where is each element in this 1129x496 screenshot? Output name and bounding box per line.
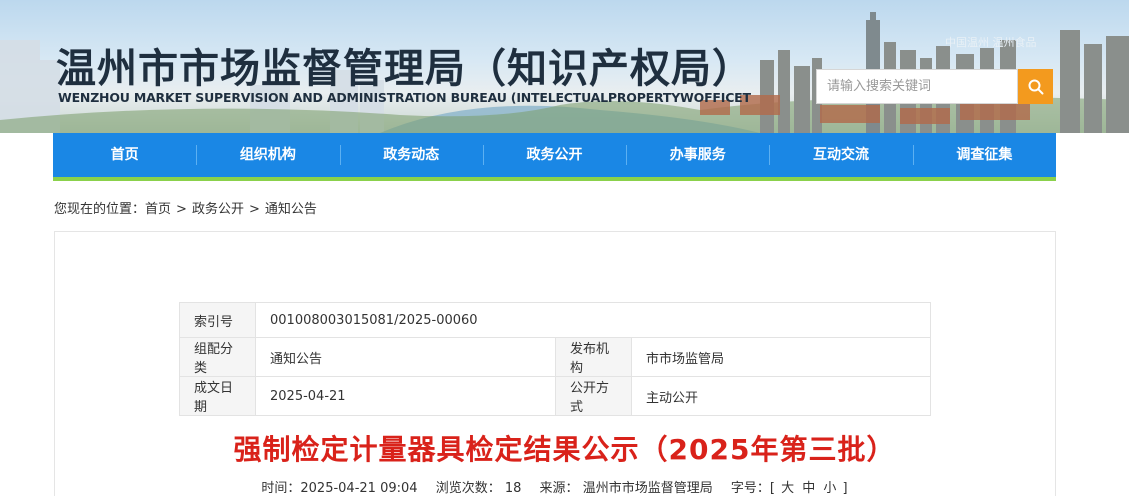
view-count: 浏览次数： 18 [436,481,522,496]
views-label: 浏览次数： [435,481,501,496]
index-value: 001008003015081/2025-00060 [255,302,931,338]
breadcrumb: 您现在的位置：首页 > 政务公开 > 通知公告 [54,198,317,217]
nav-item-services[interactable]: 办事服务 [626,133,769,177]
main-nav: 首页 组织机构 政务动态 政务公开 办事服务 互动交流 调查征集 [53,133,1056,181]
breadcrumb-prefix: 您现在的位置： [54,202,146,217]
publisher-value: 市市场监管局 [631,337,931,377]
top-links[interactable]: 中国温州 温州食品 [945,34,1037,50]
nav-item-survey[interactable]: 调查征集 [912,133,1056,177]
table-row: 成文日期 2025-04-21 公开方式 主动公开 [179,376,931,416]
source: 来源： 温州市市场监督管理局 [540,481,713,496]
search-input[interactable]: 请输入搜索关键词 [816,69,1018,104]
date-value: 2025-04-21 [255,376,556,416]
font-size-control: 字号：[ 大 中 小 ] [731,481,848,496]
bracket-close: ] [842,481,848,496]
views-value: 18 [504,481,522,496]
table-row: 索引号 001008003015081/2025-00060 [179,302,931,338]
publisher-label: 发布机构 [555,337,632,377]
breadcrumb-notices[interactable]: 通知公告 [265,202,317,217]
nav-item-gov-info[interactable]: 政务公开 [482,133,626,177]
breadcrumb-separator: > [248,202,260,217]
article-title: 强制检定计量器具检定结果公示（2025年第三批） [233,433,896,466]
category-value: 通知公告 [255,337,556,377]
index-label: 索引号 [179,302,256,338]
font-size-small-button[interactable]: 小 [823,481,836,496]
nav-item-home[interactable]: 首页 [53,133,196,177]
source-value: 温州市市场监督管理局 [582,481,713,496]
publish-time: 时间：2025-04-21 09:04 [261,481,417,496]
metadata-table: 索引号 001008003015081/2025-00060 组配分类 通知公告… [179,302,931,416]
article-info: 时间：2025-04-21 09:04 浏览次数： 18 来源： 温州市市场监督… [0,477,1109,496]
fontsize-label: 字号： [730,481,770,496]
open-method-value: 主动公开 [631,376,931,416]
font-size-medium-button[interactable]: 中 [802,481,815,496]
nav-item-organization[interactable]: 组织机构 [196,133,339,177]
source-label: 来源： [539,481,579,496]
search-button[interactable] [1018,69,1053,104]
site-subtitle: WENZHOU MARKET SUPERVISION AND ADMINISTR… [58,90,751,105]
nav-item-interaction[interactable]: 互动交流 [769,133,912,177]
open-method-label: 公开方式 [555,376,632,416]
time-label: 时间： [261,481,301,496]
table-row: 组配分类 通知公告 发布机构 市市场监管局 [179,337,931,377]
time-value: 2025-04-21 09:04 [300,481,418,496]
nav-item-news[interactable]: 政务动态 [339,133,483,177]
bracket-open: [ [769,481,775,496]
breadcrumb-gov-info[interactable]: 政务公开 [192,202,244,217]
site-title: 温州市市场监督管理局（知识产权局） [56,46,753,92]
breadcrumb-home[interactable]: 首页 [145,202,171,217]
category-label: 组配分类 [179,337,256,377]
search-icon [1028,79,1043,94]
header-banner: 温州市市场监督管理局（知识产权局） WENZHOU MARKET SUPERVI… [0,0,1129,133]
font-size-large-button[interactable]: 大 [781,481,794,496]
breadcrumb-separator: > [176,202,187,217]
date-label: 成文日期 [179,376,256,416]
